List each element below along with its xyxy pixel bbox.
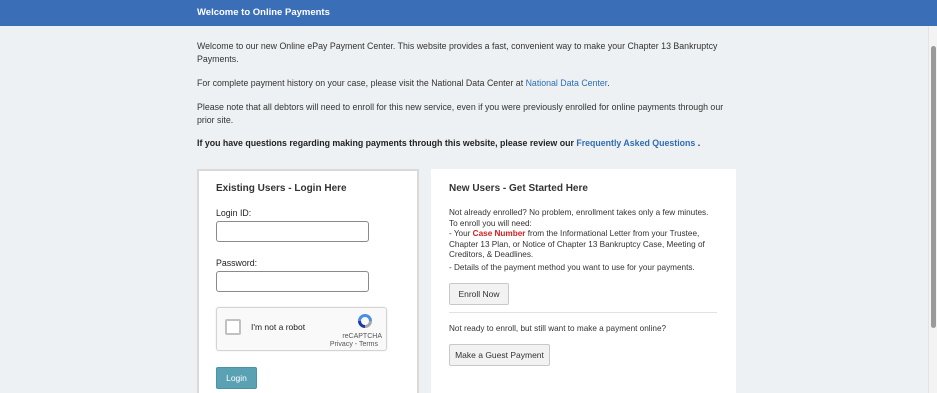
faq-link[interactable]: Frequently Asked Questions [576,138,695,148]
login-card: Existing Users - Login Here Login ID: Pa… [197,169,419,393]
vertical-scrollbar[interactable] [928,26,937,393]
password-input[interactable] [216,271,369,292]
case-number-highlight: Case Number [472,229,526,238]
enroll-info-line-2: To enroll you will need: [449,219,532,228]
enroll-info-line-4: - Details of the payment method you want… [449,263,695,272]
intro-paragraph-2: For complete payment history on your cas… [197,77,742,90]
recaptcha-logo-icon [358,314,372,328]
page-title: Welcome to Online Payments [197,7,330,18]
faq-text-end: . [695,138,701,148]
recaptcha-privacy-link[interactable]: Privacy [330,341,353,348]
login-heading: Existing Users - Login Here [216,183,347,194]
new-users-heading: New Users - Get Started Here [449,183,588,194]
history-text-end: . [607,78,610,88]
history-text: For complete payment history on your cas… [197,78,526,88]
intro-paragraph-1: Welcome to our new Online ePay Payment C… [197,41,718,64]
login-id-label: Login ID: [216,208,252,218]
scrollbar-thumb[interactable] [931,46,936,328]
guest-payment-button[interactable]: Make a Guest Payment [449,344,550,366]
enroll-now-button[interactable]: Enroll Now [449,283,509,305]
faq-paragraph: If you have questions regarding making p… [197,137,742,150]
login-id-input[interactable] [216,221,369,242]
enroll-info-line-1: Not already enrolled? No problem, enroll… [449,208,709,217]
recaptcha-brand: reCAPTCHA [342,333,382,340]
divider [449,312,717,313]
enroll-info-line-3-pre: - Your [449,229,473,238]
faq-text: If you have questions regarding making p… [197,138,577,148]
password-label: Password: [216,258,258,268]
recaptcha-checkbox[interactable] [225,319,241,335]
recaptcha-label: I'm not a robot [251,322,306,332]
enroll-info-line-3: - Your Case Number from the Informationa… [449,229,724,261]
national-data-center-link[interactable]: National Data Center [526,78,608,88]
guest-info-text: Not ready to enroll, but still want to m… [449,324,667,333]
recaptcha-terms-link[interactable]: Terms [359,341,378,348]
login-button[interactable]: Login [216,367,257,389]
header-bar: Welcome to Online Payments [0,0,937,26]
recaptcha-links: Privacy - Terms [330,341,378,348]
recaptcha-widget: I'm not a robot reCAPTCHA Privacy - Term… [216,307,387,351]
new-users-card: New Users - Get Started Here Not already… [431,169,736,393]
intro-paragraph-3: Please note that all debtors will need t… [197,102,724,125]
